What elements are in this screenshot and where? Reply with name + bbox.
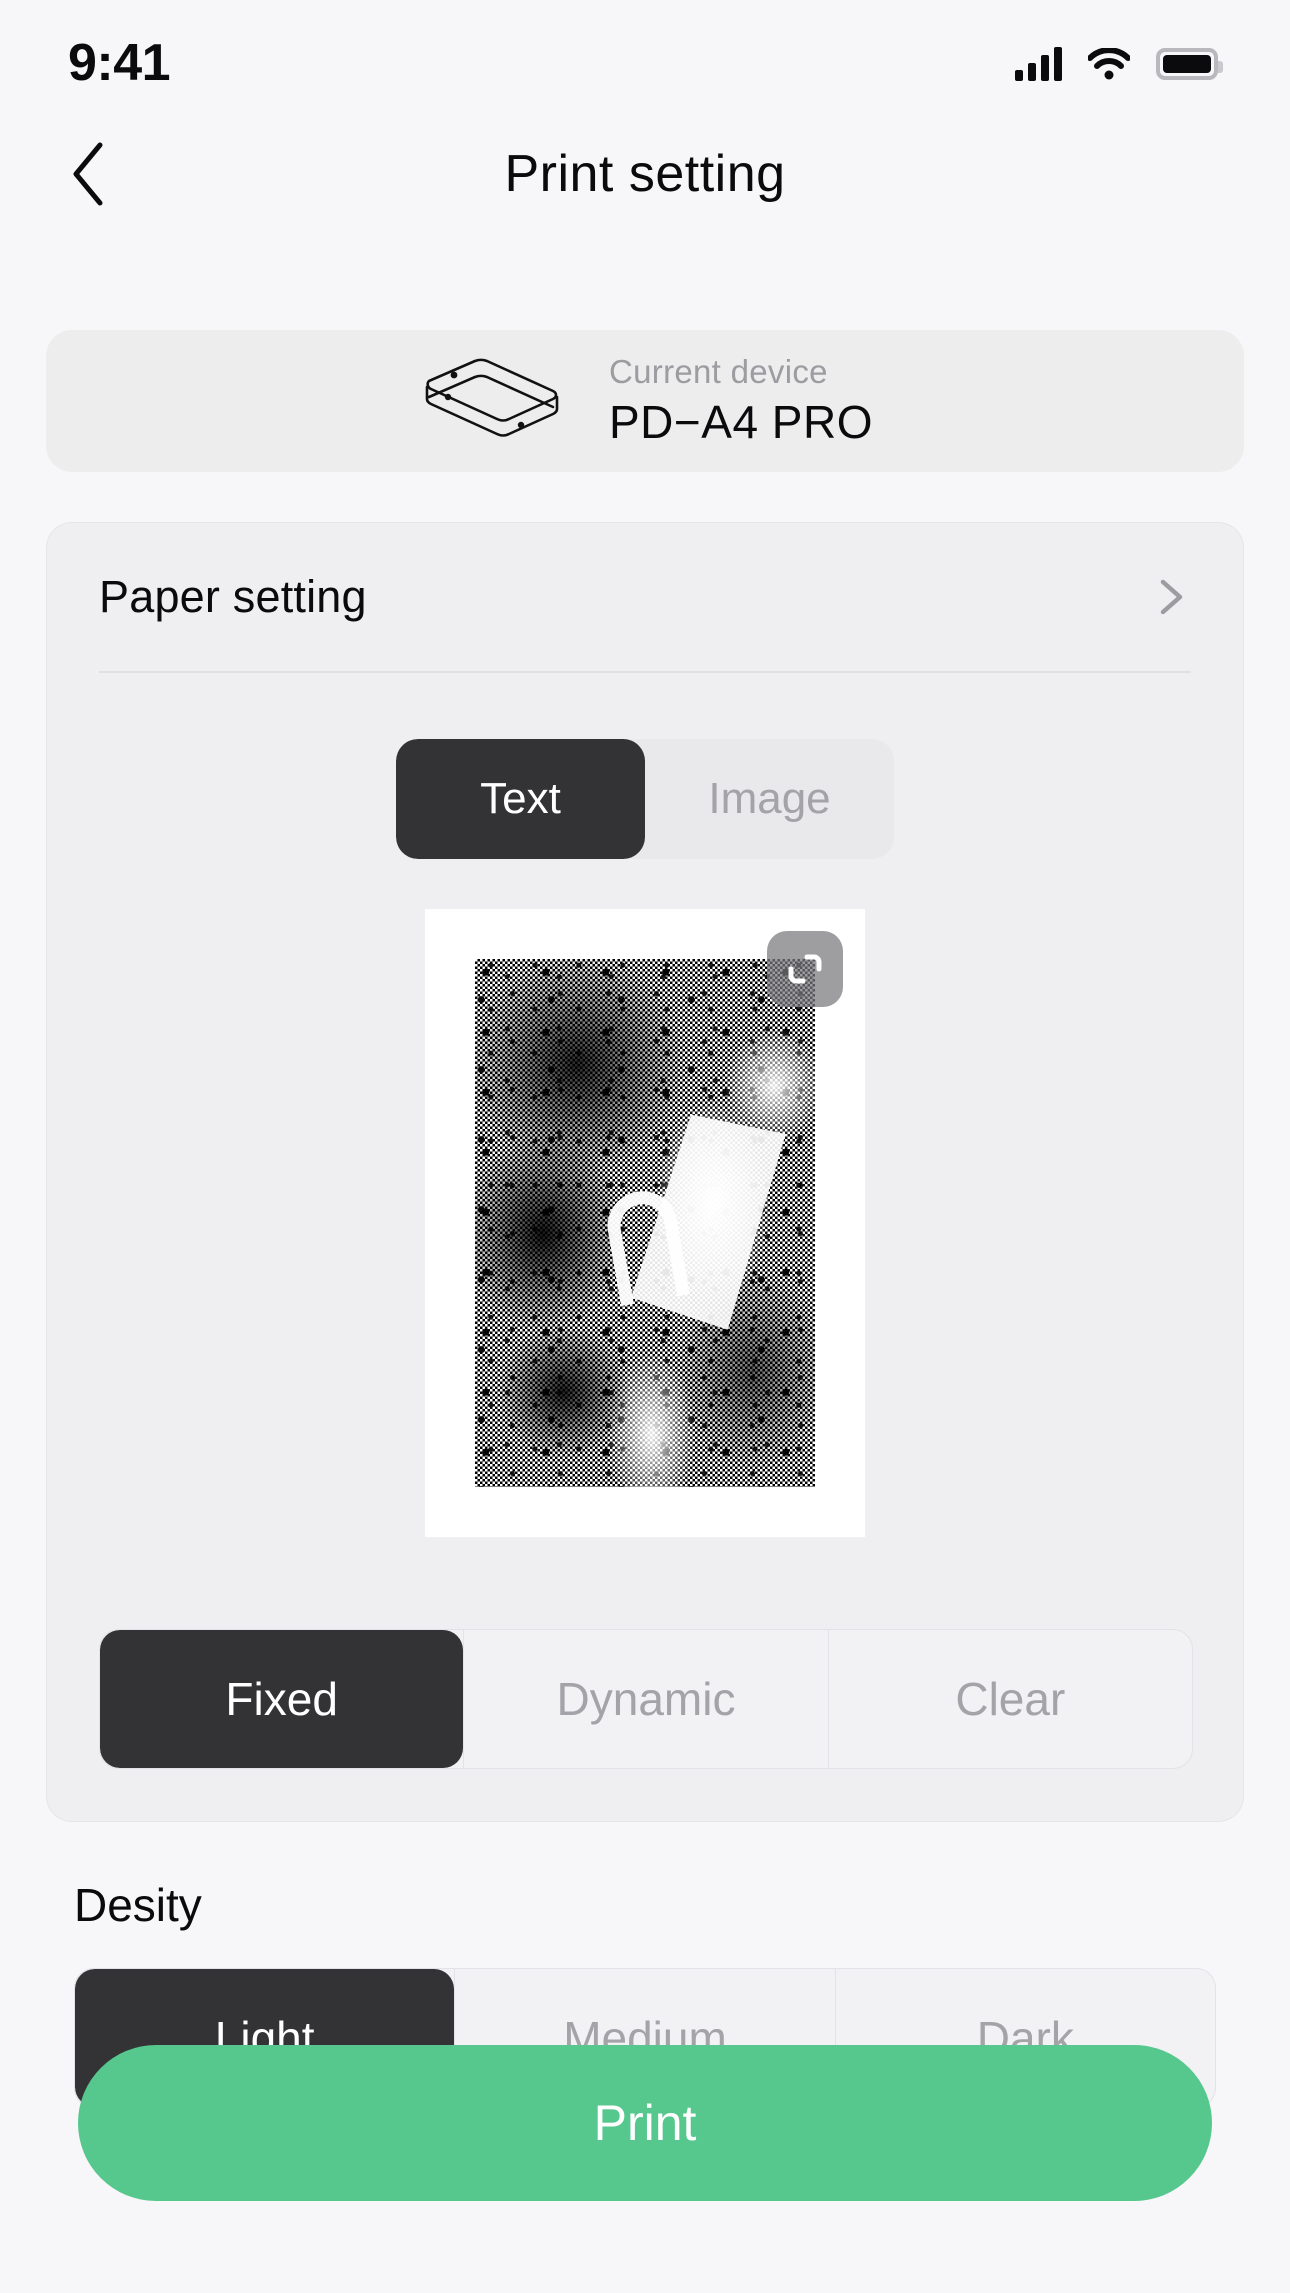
mode-option-image[interactable]: Image (645, 739, 894, 859)
current-device-name: PD−A4 PRO (609, 396, 873, 448)
style-option-clear[interactable]: Clear (827, 1630, 1192, 1768)
chevron-right-icon (1160, 579, 1183, 615)
nav-header: Print setting (0, 118, 1290, 230)
chevron-left-icon (73, 142, 103, 206)
print-style-segmented-control[interactable]: Fixed Dynamic Clear (99, 1629, 1193, 1769)
page-title: Print setting (504, 145, 786, 203)
battery-icon (1156, 48, 1223, 80)
content-mode-toggle[interactable]: Text Image (396, 739, 894, 859)
rotate-crop-button[interactable] (767, 931, 843, 1007)
back-button[interactable] (48, 134, 128, 214)
wifi-icon (1088, 48, 1130, 80)
rotate-crop-icon (788, 954, 822, 984)
print-setting-screen: 9:41 Print setting Current device PD−A4 … (0, 0, 1290, 2293)
print-button[interactable]: Print (78, 2045, 1212, 2201)
status-time: 9:41 (68, 34, 171, 92)
print-preview (425, 909, 865, 1537)
signal-icon (1015, 47, 1062, 81)
current-device-label: Current device (609, 353, 828, 390)
printer-icon (425, 358, 559, 437)
device-text: Current device PD−A4 PRO (609, 353, 873, 449)
style-option-fixed[interactable]: Fixed (100, 1630, 464, 1768)
paper-setting-label: Paper setting (99, 571, 367, 622)
style-option-dynamic[interactable]: Dynamic (463, 1630, 827, 1768)
paper-setting-row[interactable]: Paper setting (99, 523, 1191, 673)
status-bar: 9:41 (0, 0, 1290, 118)
status-icons (1015, 37, 1223, 81)
preview-image (475, 959, 815, 1487)
current-device-card[interactable]: Current device PD−A4 PRO (46, 330, 1244, 472)
mode-option-text[interactable]: Text (396, 739, 645, 859)
density-section-label: Desity (74, 1879, 202, 1931)
print-settings-card: Paper setting Text Image Fixed Dynamic C… (46, 522, 1244, 1822)
